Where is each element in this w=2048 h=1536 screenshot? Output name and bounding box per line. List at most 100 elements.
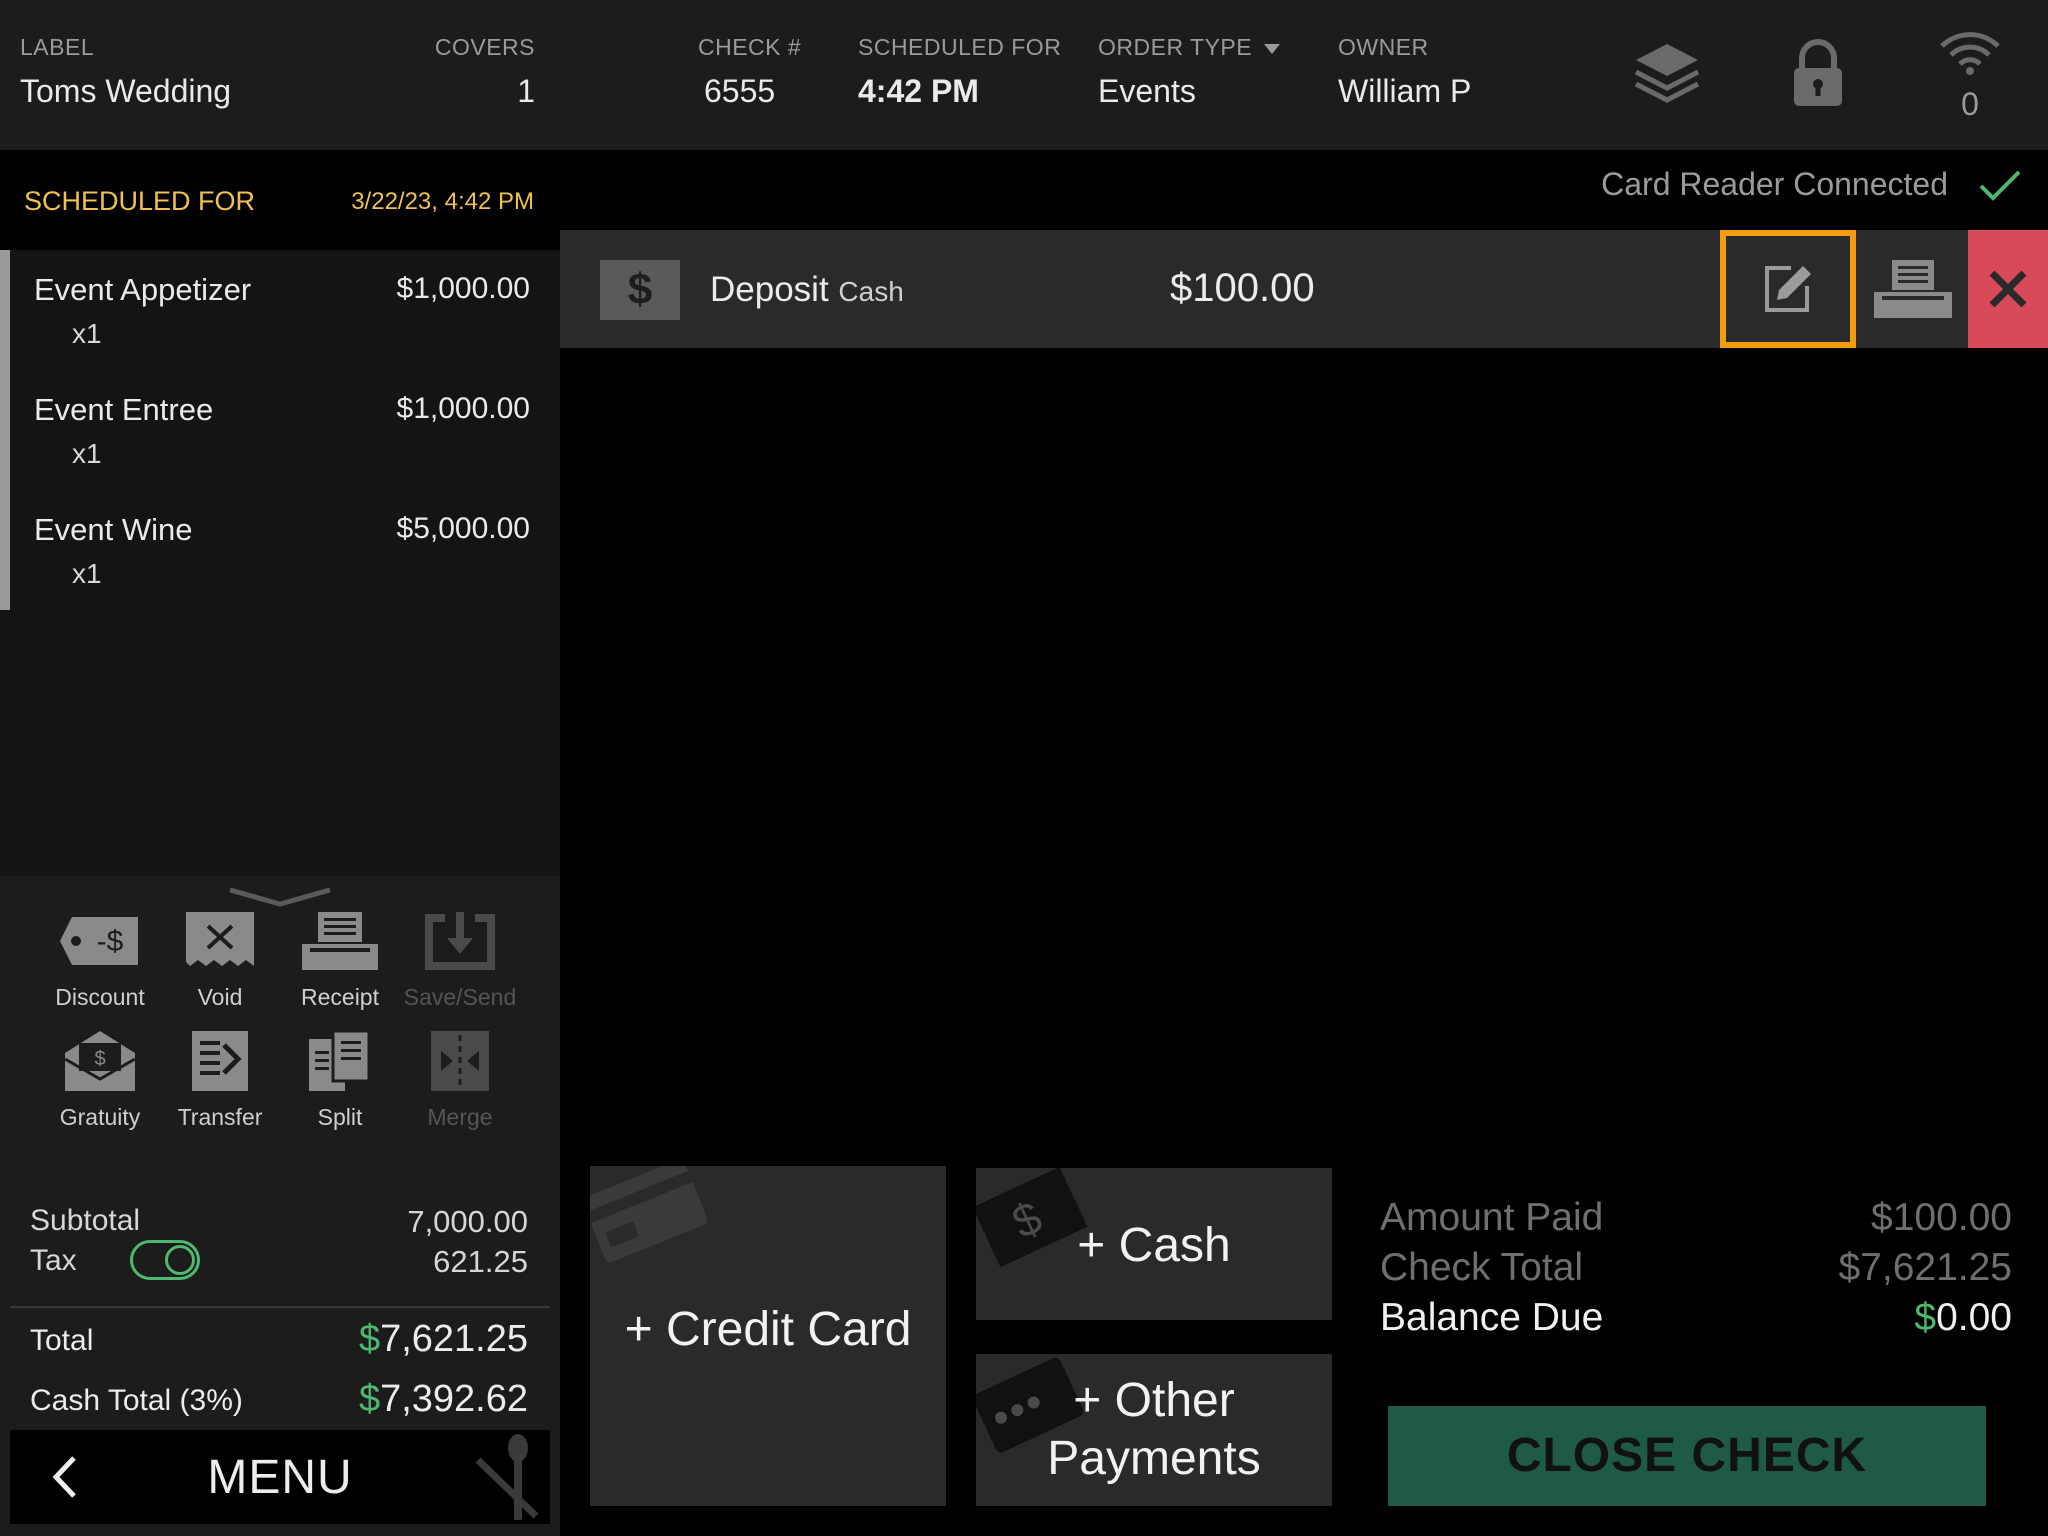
save-send-button[interactable]: Save/Send xyxy=(400,906,520,1011)
tax-label: Tax xyxy=(30,1244,77,1277)
owner-field[interactable]: OWNER William P xyxy=(1338,34,1471,110)
add-credit-card-button[interactable]: + Credit Card xyxy=(590,1166,946,1506)
payment-row[interactable]: $ Deposit Cash $100.00 xyxy=(560,230,2048,348)
gratuity-envelope-icon: $ xyxy=(40,1026,160,1096)
amount-paid-label: Amount Paid xyxy=(1380,1196,1604,1239)
check-title: CHECK # xyxy=(698,34,802,60)
subtotal-label: Subtotal xyxy=(30,1204,141,1237)
merge-button[interactable]: Merge xyxy=(400,1026,520,1131)
item-qty: x1 xyxy=(72,438,102,469)
other-payments-label: + Other Payments xyxy=(976,1372,1332,1488)
balance-due-value: 0.00 xyxy=(1936,1296,2012,1339)
item-name: Event Wine xyxy=(34,512,193,547)
printer-icon xyxy=(1874,260,1952,318)
dropdown-caret-icon xyxy=(1264,43,1281,54)
split-icon xyxy=(280,1026,400,1096)
item-qty: x1 xyxy=(72,318,102,349)
payment-description: Deposit Cash xyxy=(710,270,904,310)
other-payments-line1: + Other xyxy=(1073,1374,1235,1427)
edit-payment-button[interactable] xyxy=(1720,230,1856,348)
item-name: Event Entree xyxy=(34,392,214,427)
svg-text:$: $ xyxy=(94,1048,105,1070)
utensils-icon xyxy=(470,1430,546,1525)
label-field[interactable]: LABEL Toms Wedding xyxy=(20,34,231,110)
save-send-label: Save/Send xyxy=(403,984,517,1010)
delete-payment-button[interactable] xyxy=(1968,230,2048,348)
covers-field[interactable]: COVERS 1 xyxy=(420,34,535,110)
transfer-label: Transfer xyxy=(177,1104,263,1130)
layers-icon[interactable] xyxy=(1632,40,1702,113)
save-send-icon xyxy=(400,906,520,976)
cash-total-label: Cash Total (3%) xyxy=(30,1384,243,1417)
item-price: $1,000.00 xyxy=(396,392,530,425)
cash-total-currency: $ xyxy=(358,1378,381,1420)
cash-total-value: 7,392.62 xyxy=(380,1378,528,1420)
total-label: Total xyxy=(30,1324,94,1357)
check-value: 6555 xyxy=(704,73,776,109)
order-type-dropdown[interactable]: ORDER TYPE Events xyxy=(1098,34,1281,110)
discount-label: Discount xyxy=(55,984,145,1010)
scheduled-value: 4:42 PM xyxy=(858,73,979,109)
transfer-icon xyxy=(160,1026,280,1096)
order-item[interactable]: Event Wine x1 $5,000.00 xyxy=(0,490,560,610)
order-type-value: Events xyxy=(1098,73,1196,109)
merge-label: Merge xyxy=(427,1104,493,1130)
item-price: $5,000.00 xyxy=(396,512,530,545)
discount-button[interactable]: -$ Discount xyxy=(40,906,160,1011)
gratuity-label: Gratuity xyxy=(59,1104,141,1130)
check-panel: SCHEDULED FOR 3/22/23, 4:42 PM Event App… xyxy=(0,150,560,1536)
void-label: Void xyxy=(197,984,243,1010)
tax-toggle[interactable] xyxy=(130,1240,200,1280)
scheduled-bar: SCHEDULED FOR 3/22/23, 4:42 PM xyxy=(0,150,560,250)
receipt-label: Receipt xyxy=(301,984,379,1010)
total-currency: $ xyxy=(358,1318,381,1360)
svg-text:-$: -$ xyxy=(97,925,124,958)
other-payments-line2: Payments xyxy=(1047,1432,1261,1485)
label-title: LABEL xyxy=(20,34,95,60)
covers-value: 1 xyxy=(517,73,535,109)
scheduled-label: SCHEDULED FOR xyxy=(24,186,256,216)
order-items-list: Event Appetizer x1 $1,000.00 Event Entre… xyxy=(0,250,560,610)
order-item[interactable]: Event Entree x1 $1,000.00 xyxy=(0,370,560,490)
split-button[interactable]: Split xyxy=(280,1026,400,1131)
checkmark-icon xyxy=(1978,168,2022,207)
check-number-field: CHECK # 6555 xyxy=(698,34,801,110)
payment-amount: $100.00 xyxy=(1170,266,1315,310)
lock-icon[interactable] xyxy=(1790,38,1846,113)
gratuity-button[interactable]: $ Gratuity xyxy=(40,1026,160,1131)
print-payment-button[interactable] xyxy=(1860,230,1966,348)
subtotal-value: 7,000.00 xyxy=(407,1204,528,1239)
amount-paid-value: $100.00 xyxy=(1871,1196,2012,1239)
check-total-label: Check Total xyxy=(1380,1246,1584,1289)
label-value: Toms Wedding xyxy=(20,73,232,109)
item-price: $1,000.00 xyxy=(396,272,530,305)
void-button[interactable]: Void xyxy=(160,906,280,1011)
cash-label: + Cash xyxy=(1077,1219,1231,1272)
receipt-button[interactable]: Receipt xyxy=(280,906,400,1011)
transfer-button[interactable]: Transfer xyxy=(160,1026,280,1131)
menu-button[interactable]: MENU xyxy=(10,1430,550,1524)
add-other-payments-button[interactable]: + Other Payments xyxy=(976,1354,1332,1506)
close-check-button[interactable]: CLOSE CHECK xyxy=(1388,1406,1986,1506)
payment-method: Cash xyxy=(838,276,904,307)
cash-payment-icon: $ xyxy=(600,260,680,320)
wifi-count: 0 xyxy=(1961,86,1979,122)
order-type-title: ORDER TYPE xyxy=(1098,34,1253,60)
order-item[interactable]: Event Appetizer x1 $1,000.00 xyxy=(0,250,560,370)
close-icon xyxy=(1989,270,2027,308)
owner-title: OWNER xyxy=(1338,34,1429,60)
item-qty: x1 xyxy=(72,558,102,589)
total-value: 7,621.25 xyxy=(380,1318,528,1360)
add-cash-button[interactable]: $ + Cash xyxy=(976,1168,1332,1320)
scheduled-for-field[interactable]: SCHEDULED FOR 4:42 PM xyxy=(858,34,1061,110)
covers-title: COVERS xyxy=(434,34,535,60)
edit-icon xyxy=(1765,266,1811,312)
payment-name: Deposit xyxy=(710,270,829,309)
discount-tag-icon: -$ xyxy=(40,906,160,976)
check-total-value: $7,621.25 xyxy=(1838,1246,2012,1289)
wifi-icon[interactable] xyxy=(1938,30,2002,81)
owner-value: William P xyxy=(1338,73,1472,109)
totals-divider xyxy=(10,1306,550,1308)
item-name: Event Appetizer xyxy=(34,272,252,307)
menu-label: MENU xyxy=(207,1451,353,1504)
